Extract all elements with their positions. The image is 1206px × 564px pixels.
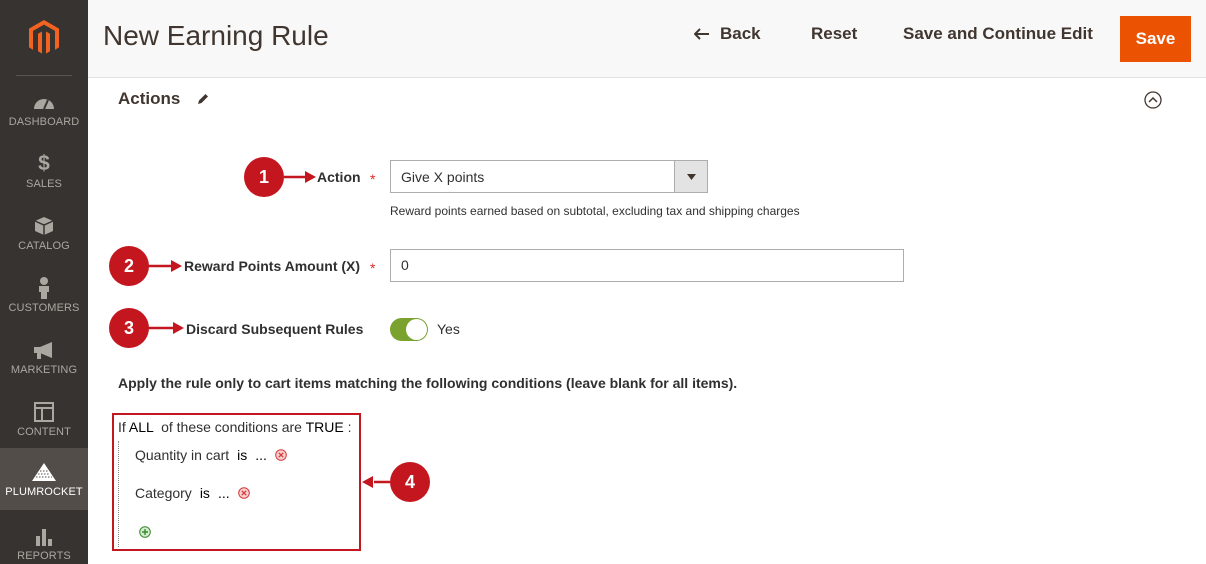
discard-subsequent-rules-toggle[interactable] <box>390 318 428 341</box>
admin-sidebar: DASHBOARD $ SALES CATALOG CUSTOMERS MARK… <box>0 0 88 564</box>
sidebar-item-marketing[interactable]: MARKETING <box>0 326 88 388</box>
reward-points-amount-label: Reward Points Amount (X) <box>184 258 361 274</box>
callout-badge: 4 <box>390 462 430 502</box>
callout-badge: 2 <box>109 246 149 286</box>
sidebar-item-sales[interactable]: $ SALES <box>0 140 88 202</box>
pencil-icon <box>198 94 209 104</box>
section-title: Actions <box>118 89 181 108</box>
sidebar-label-marketing: MARKETING <box>10 363 78 376</box>
bar-chart-icon <box>34 525 54 547</box>
megaphone-icon <box>32 339 56 361</box>
sidebar-item-catalog[interactable]: CATALOG <box>0 202 88 264</box>
toggle-value-label: Yes <box>437 321 460 337</box>
page-header: New Earning Rule Back Reset Save and Con… <box>88 0 1206 78</box>
sidebar-item-content[interactable]: CONTENT <box>0 388 88 450</box>
save-and-continue-button[interactable]: Save and Continue Edit <box>903 24 1093 44</box>
sidebar-label-dashboard: DASHBOARD <box>8 115 80 128</box>
sidebar-item-reports[interactable]: REPORTS <box>0 512 88 564</box>
toggle-knob <box>406 319 427 340</box>
sidebar-label-plumrocket: PLUMROCKET <box>5 485 83 498</box>
sidebar-item-plumrocket[interactable]: PLUMROCKET <box>0 448 88 510</box>
reset-button[interactable]: Reset <box>811 24 857 44</box>
callout-badge: 1 <box>244 157 284 197</box>
sidebar-label-catalog: CATALOG <box>18 239 70 252</box>
sidebar-item-dashboard[interactable]: DASHBOARD <box>0 78 88 140</box>
layout-icon <box>34 401 54 423</box>
action-label: Action <box>317 169 361 185</box>
discard-subsequent-rules-label: Discard Subsequent Rules <box>186 321 364 337</box>
back-button-label: Back <box>720 24 761 43</box>
required-mark: * <box>370 260 376 276</box>
back-button[interactable]: Back <box>694 24 761 44</box>
sidebar-label-customers: CUSTOMERS <box>8 301 80 314</box>
section-header-actions[interactable]: Actions <box>118 89 210 109</box>
reward-points-amount-input[interactable]: 0 <box>390 249 904 282</box>
sidebar-label-reports: REPORTS <box>17 549 71 562</box>
callout-badge: 3 <box>109 308 149 348</box>
sidebar-item-customers[interactable]: CUSTOMERS <box>0 264 88 326</box>
magento-logo-icon <box>29 20 59 55</box>
sidebar-divider <box>16 75 72 76</box>
action-note: Reward points earned based on subtotal, … <box>390 204 800 218</box>
person-icon <box>37 276 51 299</box>
sidebar-label-sales: SALES <box>26 177 62 190</box>
save-button[interactable]: Save <box>1120 16 1191 62</box>
conditions-highlight-box <box>112 413 361 551</box>
plumrocket-icon <box>31 461 57 483</box>
magento-logo[interactable] <box>0 0 88 76</box>
arrow-left-icon <box>694 28 709 40</box>
sidebar-label-content: CONTENT <box>17 425 71 438</box>
chevron-down-icon <box>674 161 707 192</box>
action-select-value: Give X points <box>401 168 485 185</box>
page-title: New Earning Rule <box>103 20 329 51</box>
conditions-intro: Apply the rule only to cart items matchi… <box>118 375 738 391</box>
dashboard-icon <box>32 91 56 113</box>
required-mark: * <box>370 171 376 187</box>
box-icon <box>34 215 54 237</box>
dollar-icon: $ <box>38 151 50 175</box>
action-select[interactable]: Give X points <box>390 160 708 193</box>
collapse-icon[interactable] <box>1144 91 1162 109</box>
